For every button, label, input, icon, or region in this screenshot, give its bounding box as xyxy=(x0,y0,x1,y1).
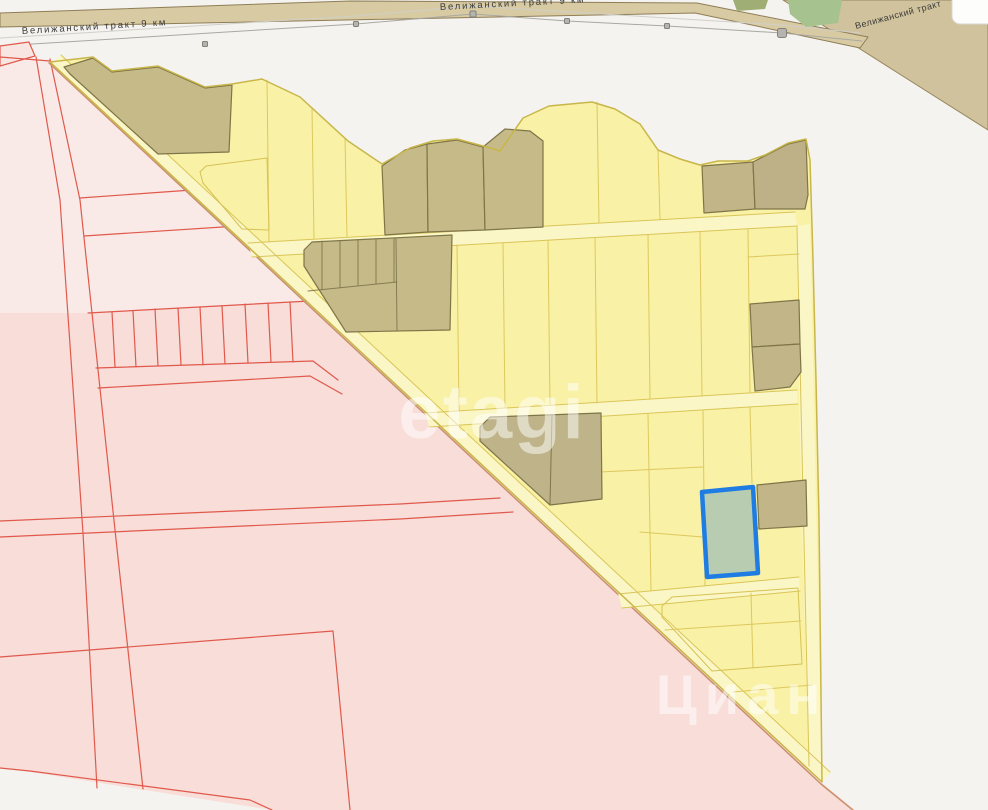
survey-marker xyxy=(664,23,670,29)
occupied-plot[interactable] xyxy=(701,161,756,214)
selected-plot[interactable] xyxy=(699,484,761,580)
watermark-cian: Циан xyxy=(656,663,828,726)
building-card xyxy=(951,0,988,25)
survey-marker-pin xyxy=(777,28,787,38)
survey-marker xyxy=(564,18,570,24)
survey-marker xyxy=(469,10,477,18)
map-canvas[interactable]: Велижанский тракт 9 кмВелижанский тракт … xyxy=(0,0,988,810)
occupied-plot[interactable] xyxy=(426,139,486,233)
survey-marker xyxy=(353,21,359,27)
occupied-plot[interactable] xyxy=(749,299,801,348)
watermark-etagi: etagi xyxy=(398,370,585,455)
occupied-plot[interactable] xyxy=(482,128,544,231)
map-stage: Велижанский тракт 9 км Велижанский тракт … xyxy=(0,0,988,810)
survey-marker xyxy=(202,41,208,47)
occupied-plot[interactable] xyxy=(756,479,808,530)
